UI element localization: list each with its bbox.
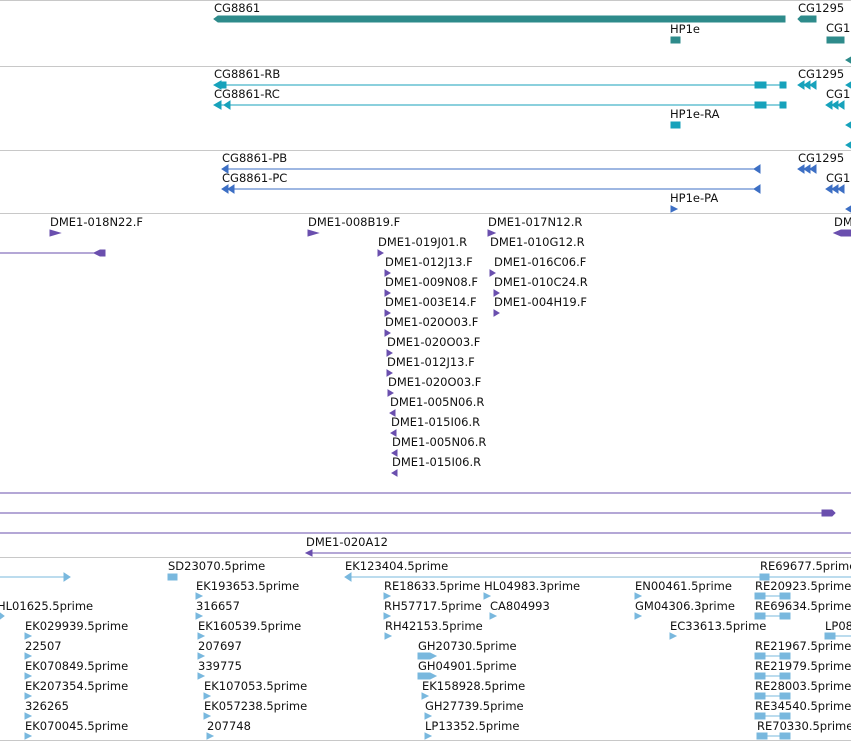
protein-arrow xyxy=(670,205,679,213)
est-arrow xyxy=(417,652,438,660)
est-arrow xyxy=(383,592,392,600)
clone-arrow xyxy=(307,229,320,237)
transcript-exon xyxy=(754,81,767,89)
protein-arrow xyxy=(845,205,851,213)
clone-arrow xyxy=(304,549,313,557)
gene-bar-cg1295 xyxy=(797,15,817,23)
est-arrow xyxy=(206,732,215,740)
protein-arrow xyxy=(753,164,761,174)
est-arrow xyxy=(344,572,352,582)
est-arrow xyxy=(197,652,206,660)
est-arrow xyxy=(24,692,33,700)
est-block xyxy=(824,632,836,640)
transcript-arrow xyxy=(845,81,851,89)
transcript-arrow xyxy=(837,100,845,110)
gene-bar-cg8861 xyxy=(213,15,786,23)
est-arrow xyxy=(424,732,433,740)
clone-arrow xyxy=(92,249,106,257)
est-block xyxy=(779,672,791,680)
est-block xyxy=(754,612,766,620)
est-arrow xyxy=(24,632,33,640)
est-arrow xyxy=(203,692,212,700)
gene-bar-cg1 xyxy=(826,36,845,44)
est-block xyxy=(754,692,766,700)
clone-arrow xyxy=(489,269,496,277)
est-arrow xyxy=(197,672,206,680)
clone-arrow xyxy=(390,429,397,437)
est-arrow xyxy=(24,652,33,660)
clone-arrow xyxy=(384,289,391,297)
est-arrow xyxy=(63,572,71,582)
transcript-exon xyxy=(779,81,787,89)
est-arrow xyxy=(421,692,430,700)
transcript-arrow xyxy=(809,80,817,90)
est-arrow xyxy=(489,612,498,620)
clone-arrow xyxy=(387,389,394,397)
est-arrow xyxy=(195,592,204,600)
est-block xyxy=(754,712,766,720)
clone-arrow xyxy=(386,369,393,377)
clone-arrow xyxy=(377,249,384,257)
est-block xyxy=(754,672,766,680)
est-block xyxy=(779,652,791,660)
est-arrow xyxy=(417,672,438,680)
gene-bar-hp1e xyxy=(670,36,681,44)
est-block xyxy=(754,592,766,600)
est-arrow xyxy=(424,712,433,720)
transcript-arrow xyxy=(845,121,851,129)
est-arrow xyxy=(483,592,492,600)
clone-arrow xyxy=(384,269,391,277)
clone-arrow xyxy=(391,449,398,457)
clone-arrow xyxy=(493,309,500,317)
clone-arrow xyxy=(386,349,393,357)
protein-arrow xyxy=(753,184,761,194)
est-block xyxy=(779,732,791,740)
est-block xyxy=(759,573,770,581)
transcript-exon xyxy=(220,81,227,89)
protein-arrow xyxy=(809,164,817,174)
feature-glyphs xyxy=(0,15,851,740)
est-block xyxy=(754,652,766,660)
protein-arrow xyxy=(837,184,845,194)
est-arrow xyxy=(24,712,33,720)
protein-arrow xyxy=(221,164,229,174)
est-arrow xyxy=(203,712,212,720)
est-arrow xyxy=(197,632,206,640)
est-block xyxy=(779,592,791,600)
est-arrow xyxy=(384,632,393,640)
transcript-arrow xyxy=(212,100,222,110)
transcript-arrow xyxy=(212,80,222,90)
est-arrow xyxy=(24,732,33,740)
est-arrow xyxy=(0,612,5,620)
clone-arrow xyxy=(384,329,391,337)
transcript-arrow xyxy=(845,141,851,149)
clone-arrow xyxy=(49,229,62,237)
clone-arrow xyxy=(493,289,500,297)
clone-arrow xyxy=(487,229,497,237)
transcript-arrow xyxy=(223,100,231,110)
transcript-exon xyxy=(670,121,681,129)
est-arrow xyxy=(634,612,643,620)
est-arrow xyxy=(669,632,678,640)
est-block xyxy=(756,732,768,740)
est-arrow xyxy=(383,612,392,620)
est-block xyxy=(779,612,791,620)
transcript-exon xyxy=(779,101,787,109)
clone-arrow xyxy=(391,469,398,477)
clone-arrow xyxy=(384,309,391,317)
est-arrow xyxy=(195,612,204,620)
protein-arrow xyxy=(227,184,235,194)
est-block xyxy=(779,692,791,700)
clone-arrow xyxy=(389,409,396,417)
est-block xyxy=(167,573,178,581)
clone-arrow xyxy=(832,229,851,237)
est-block xyxy=(779,712,791,720)
gene-bar-edge xyxy=(845,56,851,64)
genome-browser-view: CG8861 CG1295 HP1e CG1 CG8861-RB CG1295 … xyxy=(0,0,851,742)
est-arrow xyxy=(634,592,643,600)
clone-arrow xyxy=(821,509,836,517)
transcript-exon xyxy=(754,101,767,109)
est-arrow xyxy=(24,672,33,680)
